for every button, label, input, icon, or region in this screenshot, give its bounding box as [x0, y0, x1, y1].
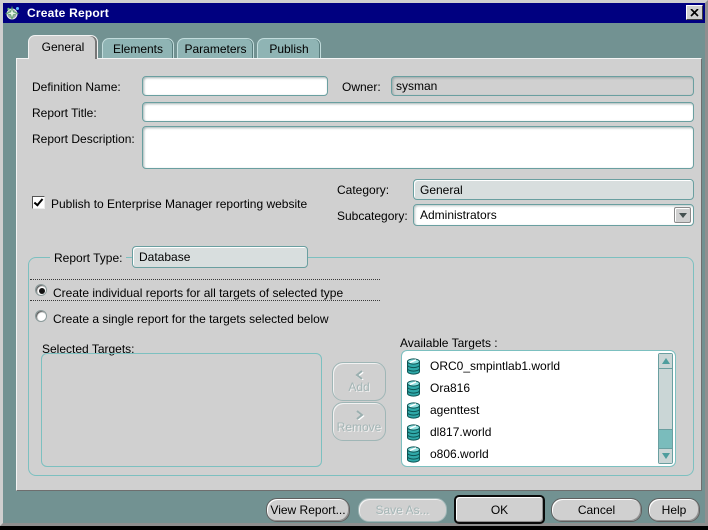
window-title: Create Report [27, 6, 109, 20]
titlebar[interactable]: Create Report [3, 3, 705, 23]
report-description-input[interactable] [142, 126, 694, 169]
checkmark-icon [34, 196, 44, 206]
radio-single-label: Create a single report for the targets s… [53, 312, 328, 326]
report-title-label: Report Title: [32, 106, 97, 120]
owner-field [391, 76, 694, 96]
app-icon [5, 5, 22, 21]
database-icon [406, 446, 421, 463]
list-item[interactable]: dl817.world [406, 421, 491, 443]
close-button[interactable] [686, 5, 703, 20]
radio-individual-reports[interactable] [35, 284, 47, 296]
target-name: agenttest [430, 403, 479, 417]
tab-publish[interactable]: Publish [257, 38, 321, 59]
ok-button[interactable]: OK [454, 495, 545, 524]
definition-name-label: Definition Name: [32, 80, 121, 94]
category-dropdown[interactable]: General [413, 179, 694, 200]
chevron-right-icon [354, 410, 365, 420]
database-icon [406, 402, 421, 419]
scrollbar-down-button[interactable] [659, 448, 672, 463]
report-type-dropdown[interactable]: Database [132, 246, 308, 268]
view-report-button[interactable]: View Report... [266, 498, 350, 522]
report-description-label: Report Description: [32, 132, 135, 146]
owner-label: Owner: [342, 80, 381, 94]
selected-targets-list[interactable] [41, 353, 322, 467]
list-item[interactable]: ORC0_smpintlab1.world [406, 355, 560, 377]
list-item[interactable]: o806.world [406, 443, 489, 465]
database-icon [406, 424, 421, 441]
available-targets-label: Available Targets : [400, 336, 498, 350]
chevron-left-icon [354, 370, 365, 380]
scrollbar-up-button[interactable] [659, 354, 672, 369]
cancel-button[interactable]: Cancel [551, 498, 642, 522]
category-value: General [420, 183, 463, 197]
target-name: ORC0_smpintlab1.world [430, 359, 560, 373]
triangle-down-icon [662, 453, 670, 459]
category-label: Category: [337, 183, 389, 197]
subcategory-value: Administrators [420, 208, 497, 222]
subcategory-dropdown[interactable]: Administrators [413, 204, 694, 226]
remove-button-label: Remove [337, 421, 382, 434]
report-type-value: Database [139, 250, 190, 264]
target-name: dl817.world [430, 425, 491, 439]
remove-button[interactable]: Remove [332, 402, 386, 441]
tab-elements[interactable]: Elements [102, 38, 174, 59]
target-name: o806.world [430, 447, 489, 461]
tab-general[interactable]: General [28, 35, 98, 59]
save-as-button[interactable]: Save As... [358, 498, 447, 522]
database-icon [406, 358, 421, 375]
radio-single-report[interactable] [35, 310, 47, 322]
database-icon [406, 466, 421, 468]
tab-parameters[interactable]: Parameters [177, 38, 254, 59]
publish-checkbox-label: Publish to Enterprise Manager reporting … [51, 197, 307, 211]
close-icon [690, 9, 699, 17]
dropdown-arrow-button[interactable] [674, 207, 691, 223]
available-targets-list[interactable]: ORC0_smpintlab1.world Ora816 age [401, 350, 676, 467]
scrollbar-thumb[interactable] [659, 369, 672, 430]
general-tab-page: Definition Name: Owner: Report Title: Re… [16, 58, 702, 491]
subcategory-label: Subcategory: [337, 209, 408, 223]
database-icon [406, 380, 421, 397]
create-report-dialog: Create Report General Elements Parameter… [0, 0, 708, 526]
list-item[interactable]: Ora816 [406, 377, 470, 399]
list-item[interactable]: agenttest [406, 399, 479, 421]
list-item[interactable]: o815.world [406, 463, 489, 467]
add-button-label: Add [348, 381, 369, 394]
publish-checkbox[interactable] [32, 196, 45, 209]
radio-individual-label: Create individual reports for all target… [53, 286, 343, 300]
report-title-input[interactable] [142, 102, 694, 122]
add-button[interactable]: Add [332, 362, 386, 401]
definition-name-input[interactable] [142, 76, 328, 96]
report-type-label: Report Type: [50, 250, 126, 266]
target-name: Ora816 [430, 381, 470, 395]
scrollbar[interactable] [658, 353, 673, 464]
triangle-up-icon [662, 358, 670, 364]
chevron-down-icon [679, 213, 687, 218]
help-button[interactable]: Help [648, 498, 700, 522]
